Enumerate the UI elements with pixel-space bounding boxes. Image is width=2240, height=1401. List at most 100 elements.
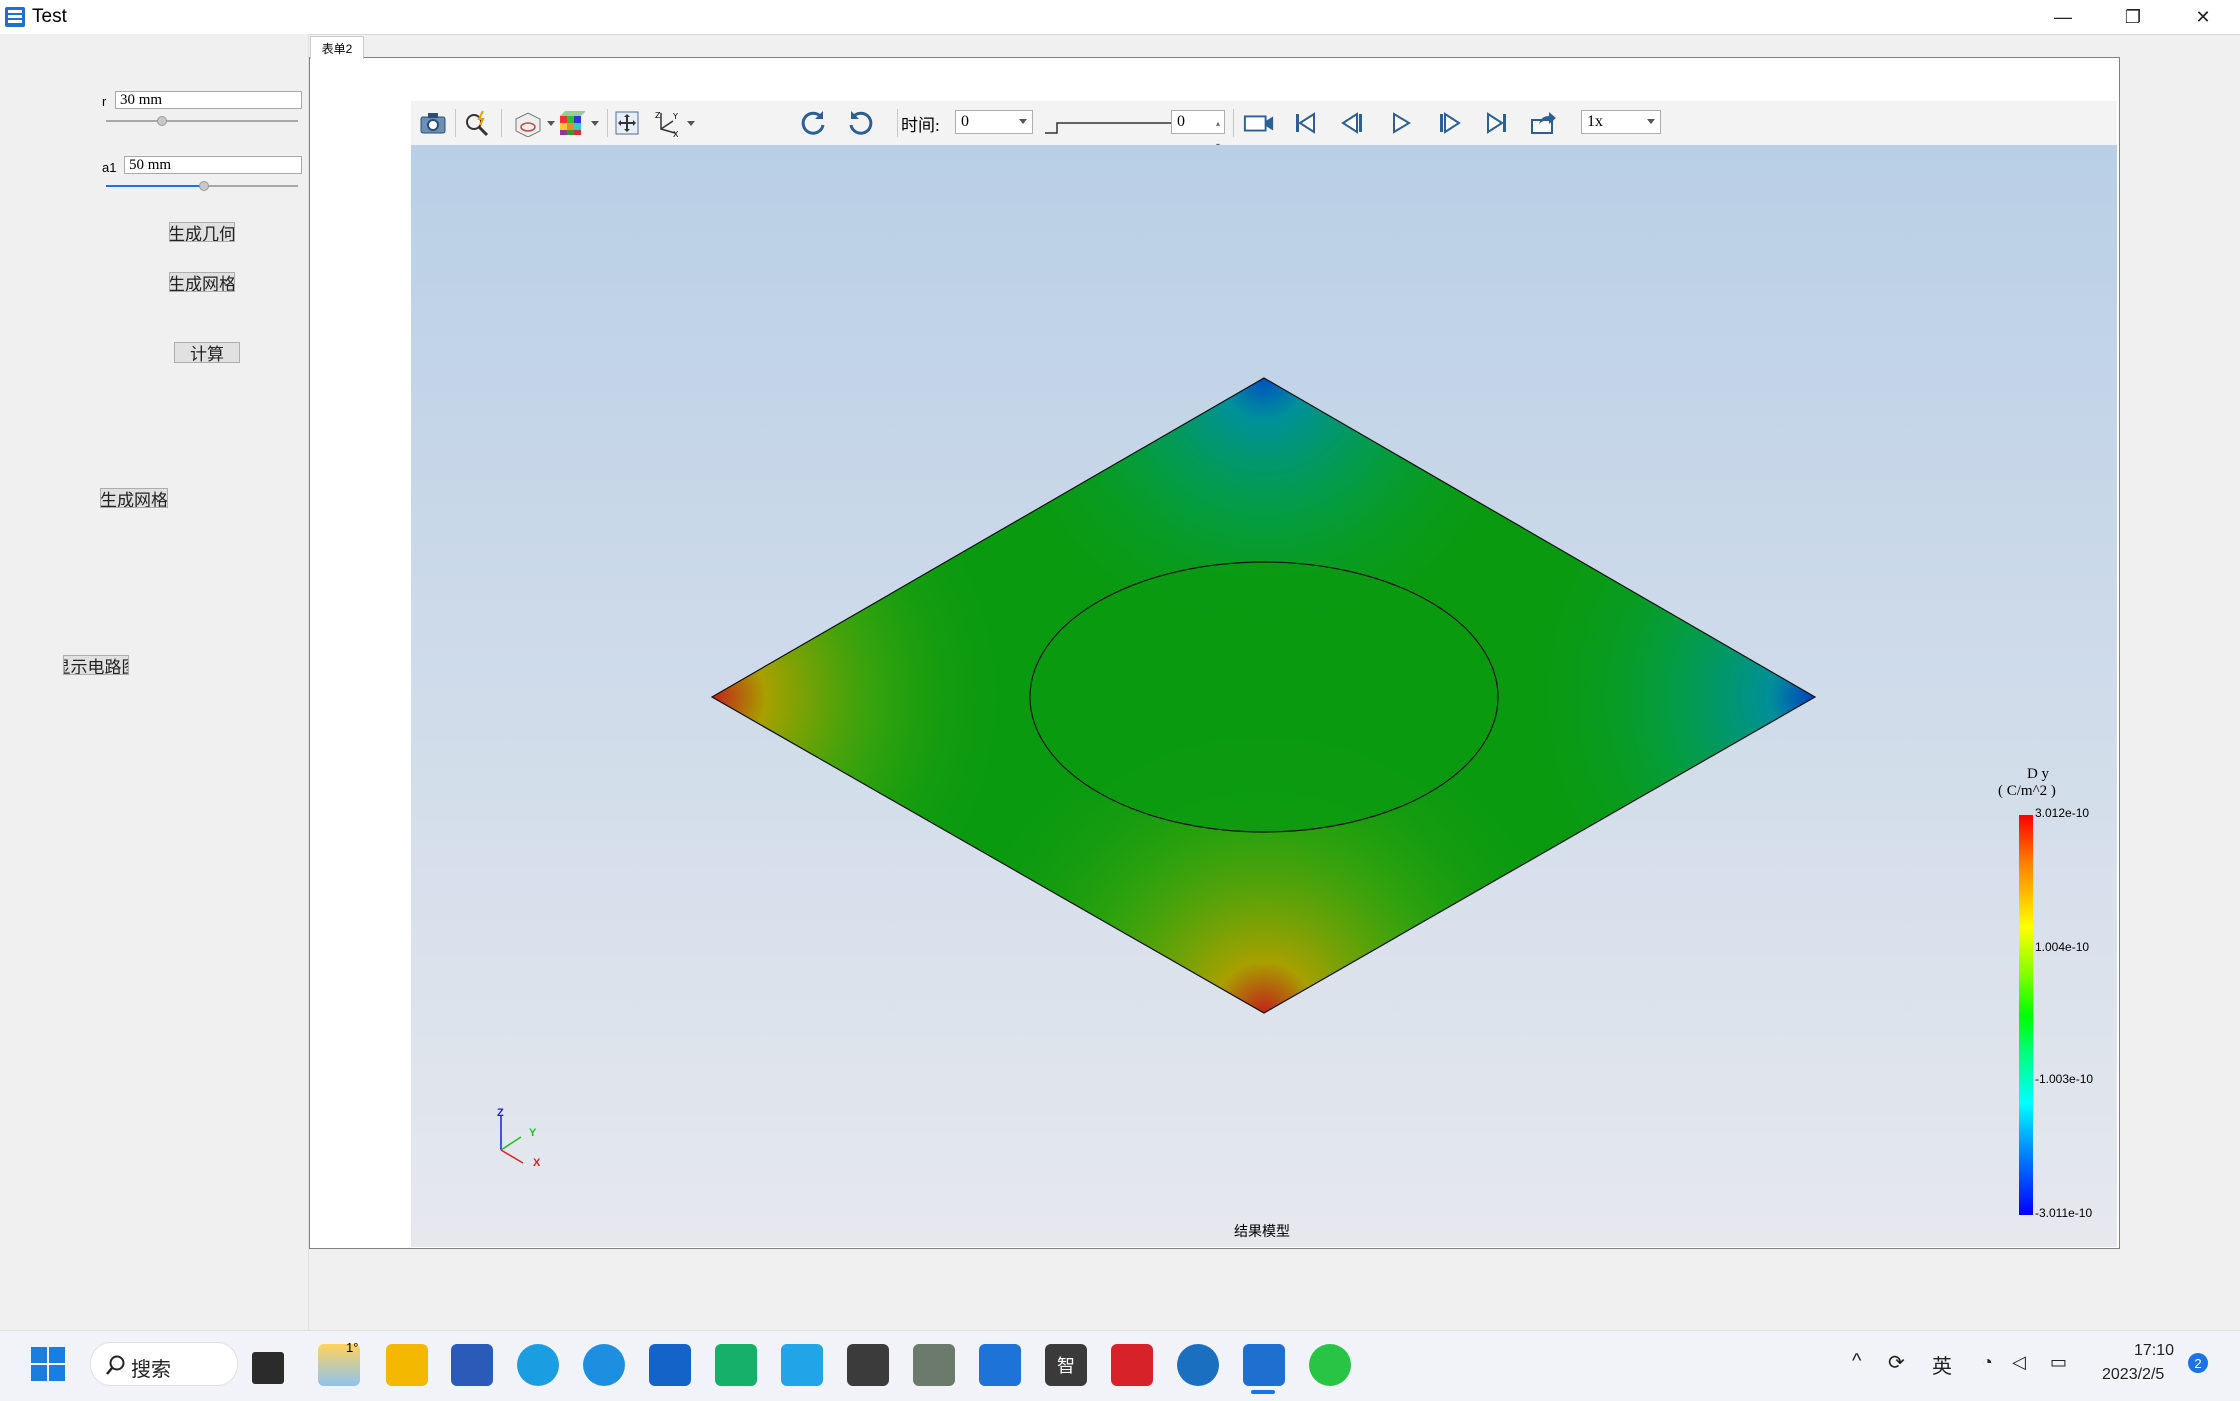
edge-icon[interactable] — [517, 1344, 559, 1386]
fit-view-icon[interactable] — [611, 108, 643, 138]
notification-badge[interactable]: 2 — [2188, 1353, 2208, 1373]
colorbar-tick: -1.003e-10 — [2035, 1072, 2094, 1086]
colorbar-tick: 3.012e-10 — [2035, 806, 2090, 820]
chevron-down-icon — [1019, 119, 1027, 124]
close-button[interactable]: ✕ — [2168, 0, 2238, 34]
weather-temp: 1° — [346, 1340, 359, 1355]
app-icon — [5, 7, 25, 27]
quick-zoom-icon[interactable] — [461, 108, 493, 138]
axis-y-label: Y — [529, 1127, 537, 1139]
generate-mesh-button[interactable]: 生成网格 — [169, 272, 235, 292]
axis-x-label: X — [533, 1157, 541, 1169]
toolbar-separator — [501, 109, 502, 137]
window-title: Test — [32, 6, 67, 27]
video-record-icon[interactable] — [1243, 108, 1275, 138]
generate-geometry-button[interactable]: 生成几何 — [169, 222, 235, 242]
rotate-right-icon[interactable] — [797, 108, 829, 138]
test-app-taskbar-icon[interactable] — [1243, 1344, 1285, 1386]
audio-app-icon[interactable] — [847, 1344, 889, 1386]
battery-icon[interactable]: ▭ — [2050, 1352, 2067, 1373]
colorbar — [2019, 815, 2033, 1215]
colorbar-tick: -3.011e-10 — [2035, 1206, 2093, 1220]
chevron-down-icon — [1647, 119, 1655, 124]
a1-slider-thumb[interactable] — [199, 181, 209, 191]
camera-icon[interactable] — [417, 108, 449, 138]
a1-slider-fill — [106, 185, 202, 187]
time-label: 时间: — [901, 116, 940, 135]
parameter-panel — [0, 34, 309, 1330]
colorbar-tick: 1.004e-10 — [2035, 940, 2090, 954]
r-input[interactable]: 30 mm — [115, 91, 302, 109]
chevron-down-icon[interactable] — [547, 121, 555, 126]
time-select-value: 0 — [961, 113, 969, 130]
volume-icon[interactable]: ◁ — [2012, 1352, 2026, 1373]
sync-icon[interactable]: ⟳ — [1888, 1350, 1905, 1375]
toolbar-separator — [455, 109, 456, 137]
file-explorer-icon[interactable] — [386, 1344, 428, 1386]
axis-orientation-icon[interactable]: Z Y X — [651, 108, 683, 138]
generate-mesh-button-2[interactable]: 生成网格 — [100, 488, 168, 508]
blue-app-icon[interactable] — [1177, 1344, 1219, 1386]
time-slider[interactable] — [1043, 111, 1173, 135]
zhi-app-label: 智 — [1057, 1356, 1075, 1376]
axis-z-label: Z — [497, 1107, 504, 1119]
search-icon — [106, 1355, 125, 1375]
chevron-down-icon[interactable] — [591, 121, 599, 126]
a1-label: a1 — [102, 160, 117, 175]
ie-icon[interactable] — [583, 1344, 625, 1386]
active-indicator — [1251, 1390, 1275, 1394]
r-slider-thumb[interactable] — [157, 116, 167, 126]
show-circuit-button[interactable]: 显示电路图 — [63, 655, 129, 675]
start-icon[interactable] — [30, 1346, 66, 1382]
toolbar-separator — [897, 109, 898, 137]
viewport-footer: 结果模型 — [1234, 1223, 1290, 1239]
a1-input[interactable]: 50 mm — [124, 156, 302, 174]
zhi-app-icon[interactable]: 智 — [1045, 1344, 1087, 1386]
wifi-icon[interactable]: ◔ — [1982, 1352, 1993, 1373]
last-frame-icon[interactable] — [1481, 108, 1513, 138]
chevron-up-icon[interactable]: ^ — [1852, 1350, 1861, 1373]
r-label: r — [102, 94, 107, 109]
rotate-left-icon[interactable] — [845, 108, 877, 138]
task-view-icon[interactable] — [252, 1352, 284, 1384]
red-app-icon[interactable] — [1111, 1344, 1153, 1386]
svg-text:X: X — [673, 130, 679, 137]
clock-date[interactable]: 2023/2/5 — [2102, 1366, 2164, 1384]
chevron-down-icon[interactable] — [687, 121, 695, 126]
colorbar-unit: ( C/m^2 ) — [1998, 783, 2056, 799]
prev-frame-icon[interactable] — [1337, 108, 1369, 138]
color-map-icon[interactable] — [555, 108, 587, 138]
time-select[interactable]: 0 — [955, 110, 1033, 134]
speed-select-value: 1x — [1587, 113, 1603, 130]
restore-button[interactable]: ❐ — [2098, 0, 2168, 34]
search-label: 搜索 — [131, 1359, 171, 1381]
next-frame-icon[interactable] — [1433, 108, 1465, 138]
colorbar-title: D y — [2026, 766, 2050, 782]
bilibili-icon[interactable] — [781, 1344, 823, 1386]
minecraft-icon[interactable] — [913, 1344, 955, 1386]
minimize-button[interactable]: — — [2028, 0, 2098, 34]
first-frame-icon[interactable] — [1289, 108, 1321, 138]
r-slider[interactable] — [106, 120, 298, 122]
svg-text:Z: Z — [655, 111, 661, 120]
ime-indicator[interactable]: 英 — [1932, 1350, 1952, 1379]
speed-select[interactable]: 1x — [1581, 110, 1661, 134]
clock-time[interactable]: 17:10 — [2134, 1342, 2174, 1360]
shield-app-icon[interactable] — [649, 1344, 691, 1386]
export-icon[interactable] — [1527, 108, 1559, 138]
search-box[interactable]: 搜索 — [90, 1342, 238, 1386]
svg-text:Y: Y — [672, 112, 678, 121]
tab-form2[interactable]: 表单2 — [310, 36, 364, 59]
result-plate — [710, 377, 1817, 1014]
compute-button[interactable]: 计算 — [174, 342, 240, 363]
store-icon[interactable] — [451, 1344, 493, 1386]
frame-spinbox[interactable]: 0 ▴▾ — [1171, 110, 1225, 150]
display-mode-icon[interactable] — [511, 108, 543, 138]
frame-spinbox-value: 0 — [1177, 113, 1185, 130]
shopping-app-icon[interactable] — [715, 1344, 757, 1386]
3d-viewport[interactable]: Z Y X 结果模型 — [411, 145, 2117, 1247]
toolbar-separator — [607, 109, 608, 137]
wechat-icon[interactable] — [1309, 1344, 1351, 1386]
play-icon[interactable] — [1385, 108, 1417, 138]
screen-app-icon[interactable] — [979, 1344, 1021, 1386]
